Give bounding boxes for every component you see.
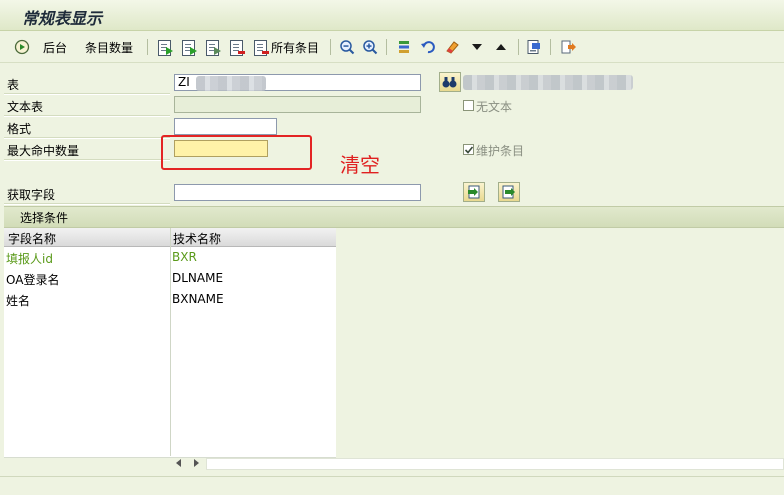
undo-button[interactable]: [420, 37, 436, 57]
arrow-doc-icon: [468, 185, 480, 199]
document-arrow-icon: [157, 39, 173, 56]
no-text-label: 无文本: [476, 100, 513, 114]
doc-prev-button[interactable]: [205, 37, 221, 57]
fetch-deselect-button[interactable]: [498, 182, 520, 202]
doc-delete-button[interactable]: [229, 37, 245, 57]
column-divider: [170, 228, 171, 456]
execute-icon: [14, 39, 30, 55]
scroll-left-icon[interactable]: [176, 459, 181, 467]
redacted-area: [463, 75, 633, 90]
status-bar: [0, 476, 784, 495]
window-title: 常规表显示: [22, 9, 103, 28]
toolbar-separator: [330, 39, 331, 55]
fetch-fields-input[interactable]: [174, 184, 421, 201]
selection-criteria-title: 选择条件: [20, 211, 69, 225]
row-divider: [4, 159, 170, 161]
zoom-out-button[interactable]: [339, 37, 355, 57]
tech-name-cell: BXNAME: [172, 292, 224, 306]
tech-name-cell: DLNAME: [172, 271, 224, 285]
all-entries-label: 所有条目: [271, 40, 320, 55]
row-divider: [4, 137, 170, 139]
tech-name-cell: BXR: [172, 250, 197, 264]
field-name-cell: 填报人id: [6, 252, 53, 266]
fetch-fields-label: 获取字段: [7, 188, 56, 202]
highlight-box: [161, 135, 312, 170]
row-divider: [4, 115, 170, 117]
arrow-doc-icon: [502, 185, 515, 199]
toolbar-separator: [518, 39, 519, 55]
annotation-text: 清空: [340, 153, 380, 177]
doc-next-button[interactable]: [181, 37, 197, 57]
settings-button[interactable]: [526, 37, 542, 57]
toolbar-separator: [386, 39, 387, 55]
row-divider: [4, 93, 170, 95]
triangle-down-icon: [469, 39, 485, 55]
doc-export-button[interactable]: [157, 37, 173, 57]
row-divider: [4, 203, 170, 205]
scroll-track[interactable]: [206, 458, 784, 470]
document-arrow-icon: [205, 39, 221, 56]
background-label: 后台: [43, 40, 68, 55]
selection-criteria-header: 选择条件: [4, 206, 784, 228]
toolbar-separator: [147, 39, 148, 55]
table-label: 表: [7, 78, 20, 92]
zoom-in-icon: [362, 39, 378, 55]
redacted-area: [196, 76, 266, 91]
field-name-cell: 姓名: [6, 294, 31, 308]
execute-button[interactable]: [14, 37, 30, 57]
fetch-select-button[interactable]: [463, 182, 485, 202]
format-input[interactable]: [174, 118, 277, 135]
field-name-cell: OA登录名: [6, 273, 60, 287]
entry-count-button[interactable]: 条目数量: [85, 37, 133, 57]
exit-button[interactable]: [560, 37, 576, 57]
stack-icon: [396, 39, 412, 55]
horizontal-scrollbar[interactable]: [172, 456, 784, 472]
all-entries-button[interactable]: 所有条目: [253, 37, 319, 57]
move-up-button[interactable]: [493, 37, 509, 57]
triangle-up-icon: [493, 39, 509, 55]
format-label: 格式: [7, 122, 32, 136]
undo-icon: [420, 39, 436, 55]
stack-button[interactable]: [396, 37, 412, 57]
document-settings-icon: [526, 39, 542, 55]
table-search-button[interactable]: [439, 72, 461, 92]
text-table-input: [174, 96, 421, 113]
document-minus-icon: [229, 39, 245, 56]
no-text-checkbox[interactable]: [463, 100, 474, 111]
entry-count-label: 条目数量: [85, 40, 134, 55]
toolbar: 后台 条目数量 所有条目: [0, 32, 784, 63]
eraser-icon: [444, 39, 460, 55]
toolbar-separator: [550, 39, 551, 55]
background-button[interactable]: 后台: [43, 37, 67, 57]
title-bar: 常规表显示: [0, 0, 784, 31]
document-minus-icon: [253, 39, 269, 56]
table-input-value: ZI: [178, 75, 190, 89]
document-arrow-icon: [181, 39, 197, 56]
text-table-label: 文本表: [7, 100, 44, 114]
scroll-right-icon[interactable]: [194, 459, 199, 467]
maintain-entries-label: 维护条目: [476, 144, 525, 158]
zoom-in-button[interactable]: [362, 37, 378, 57]
eraser-button[interactable]: [444, 37, 460, 57]
column-header-field[interactable]: 字段名称: [8, 230, 56, 247]
zoom-out-icon: [339, 39, 355, 55]
column-header-tech[interactable]: 技术名称: [173, 230, 221, 247]
binoculars-icon: [442, 77, 457, 88]
checkmark-icon: [464, 146, 474, 154]
max-hits-label: 最大命中数量: [7, 144, 80, 158]
move-down-button[interactable]: [469, 37, 485, 57]
exit-icon: [560, 39, 576, 55]
maintain-entries-checkbox[interactable]: [463, 144, 474, 155]
